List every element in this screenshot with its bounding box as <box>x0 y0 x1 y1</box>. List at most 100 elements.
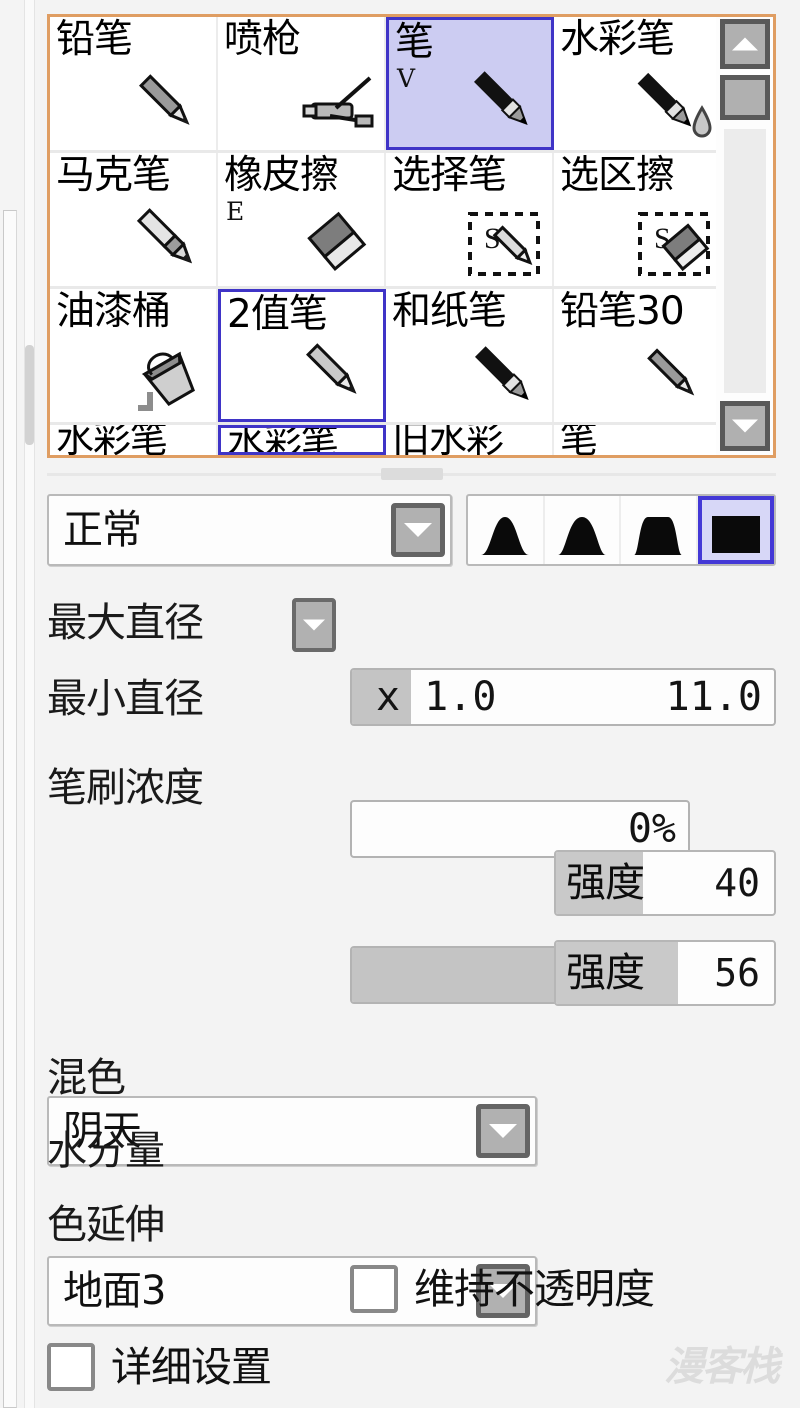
tool-cell-binary-pen[interactable]: 2值笔 <box>218 289 386 422</box>
scroll-up-arrow-icon <box>732 37 758 51</box>
tool-label: 和纸笔 <box>392 289 507 334</box>
tool-row: 马克笔 橡皮擦 E 选择笔 S 选区擦 S <box>50 153 722 289</box>
scrollbar-thumb[interactable] <box>720 75 770 120</box>
texture-1-strength-label: 强度 <box>566 860 645 906</box>
blend-mode-dropdown[interactable]: 正常 <box>47 494 452 566</box>
airbrush-icon <box>302 76 374 128</box>
brush-shape-medium-round[interactable] <box>545 496 621 564</box>
advanced-settings-checkbox-row[interactable]: 详细设置 <box>47 1343 272 1391</box>
persistence-label: 色延伸 <box>47 1202 165 1248</box>
brush-shape-soft-round[interactable] <box>468 496 545 564</box>
tool-cell-select-pen[interactable]: 选择笔 S <box>386 153 554 286</box>
pencil30-icon <box>647 348 695 396</box>
scroll-up-button[interactable] <box>720 19 770 69</box>
tool-label: 水彩笔 <box>56 425 168 455</box>
blending-label: 混色 <box>47 1055 126 1101</box>
dilution-label: 水分量 <box>47 1128 165 1174</box>
tool-label: 铅笔30 <box>560 289 685 334</box>
pencil-icon <box>139 74 190 125</box>
scroll-down-arrow-icon <box>732 419 758 433</box>
blend-mode-value: 正常 <box>63 507 142 553</box>
outer-scrollbar-track[interactable] <box>3 210 17 1408</box>
paint-bucket-icon <box>138 351 195 411</box>
panel-scrollbar-thumb[interactable] <box>25 345 34 445</box>
tool-row-partial: 水彩笔 水彩笔 旧水彩 笔 <box>50 425 722 455</box>
tool-row: 油漆桶 2值笔 和纸笔 铅笔30 <box>50 289 722 425</box>
brush-shape-hard-round[interactable] <box>621 496 698 564</box>
tool-cell-eraser[interactable]: 橡皮擦 E <box>218 153 386 286</box>
keep-opacity-checkbox[interactable] <box>350 1265 398 1313</box>
texture-2-value: 地面3 <box>63 1268 166 1314</box>
tool-grid-panel: 铅笔 喷枪 笔 V 水彩笔 马克笔 橡皮擦 E 选择笔 S 选区擦 S 油漆桶 … <box>47 14 776 458</box>
tool-label: 马克笔 <box>56 153 171 198</box>
tool-label: 选区擦 <box>560 153 675 198</box>
advanced-settings-label: 详细设置 <box>111 1343 272 1391</box>
soft-round-shape-icon <box>481 517 530 555</box>
advanced-settings-checkbox[interactable] <box>47 1343 95 1391</box>
chevron-down-icon <box>489 1124 517 1138</box>
watercolor-brush-icon <box>637 72 712 138</box>
brush-shape-selector <box>466 494 776 566</box>
max-diameter-multiplier: x 1.0 <box>376 674 497 720</box>
keep-opacity-label: 维持不透明度 <box>414 1265 655 1313</box>
brush-shape-square-hard[interactable] <box>697 496 774 564</box>
tool-row: 铅笔 喷枪 笔 V 水彩笔 <box>50 17 722 153</box>
panel-scrollbar-track[interactable] <box>24 0 35 1408</box>
tool-label: 2值笔 <box>227 292 328 337</box>
select-pen-icon: S <box>468 212 540 276</box>
scrollbar-track[interactable] <box>724 129 766 393</box>
tool-cell-select-eraser[interactable]: 选区擦 S <box>554 153 722 286</box>
tool-cell-partial-3[interactable]: 旧水彩 <box>386 425 554 455</box>
tool-cell-partial-1[interactable]: 水彩笔 <box>50 425 218 455</box>
tool-label: 笔 <box>560 425 598 455</box>
tool-cell-watercolor-brush[interactable]: 水彩笔 <box>554 17 722 150</box>
texture-2-strength-label: 强度 <box>566 950 645 996</box>
min-diameter-value: 0% <box>627 806 676 852</box>
washi-pen-icon <box>475 346 529 400</box>
select-eraser-icon: S <box>638 212 710 276</box>
min-diameter-label: 最小直径 <box>47 676 204 722</box>
keep-opacity-checkbox-row[interactable]: 维持不透明度 <box>350 1265 655 1313</box>
brush-settings-panel: 铅笔 喷枪 笔 V 水彩笔 马克笔 橡皮擦 E 选择笔 S 选区擦 S 油漆桶 … <box>0 0 800 1408</box>
watermark: 漫客栈 <box>664 1344 780 1390</box>
max-diameter-slider[interactable]: x 1.0 11.0 <box>350 668 776 726</box>
tool-shortcut: E <box>226 197 245 226</box>
medium-round-shape-icon <box>557 517 606 555</box>
texture-2-strength-slider[interactable]: 强度 56 <box>554 940 776 1006</box>
tool-shortcut: V <box>397 64 416 93</box>
chevron-down-icon <box>404 523 432 537</box>
tool-cell-marker[interactable]: 马克笔 <box>50 153 218 286</box>
tool-cell-washi-pen[interactable]: 和纸笔 <box>386 289 554 422</box>
hard-round-shape-icon <box>634 517 683 555</box>
tool-label: 旧水彩 <box>392 425 504 455</box>
texture-2-strength-value: 56 <box>714 951 760 995</box>
tool-cell-pen[interactable]: 笔 V <box>386 17 554 150</box>
tool-cell-paint-bucket[interactable]: 油漆桶 <box>50 289 218 422</box>
max-diameter-value: 11.0 <box>665 674 762 720</box>
chevron-down-icon <box>303 619 325 631</box>
pen-icon <box>474 71 528 125</box>
max-diameter-dropdown-button[interactable] <box>292 598 336 652</box>
tool-cell-airbrush[interactable]: 喷枪 <box>218 17 386 150</box>
tool-cell-pencil30[interactable]: 铅笔30 <box>554 289 722 422</box>
tool-label: 橡皮擦 <box>224 153 339 198</box>
tool-cell-partial-4[interactable]: 笔 <box>554 425 722 455</box>
square-hard-shape-icon <box>711 516 760 553</box>
eraser-icon <box>307 211 367 272</box>
tool-label: 喷枪 <box>224 17 301 62</box>
tool-grid-scrollbar[interactable] <box>716 17 773 455</box>
tool-cell-partial-2[interactable]: 水彩笔 <box>218 425 386 455</box>
scroll-down-button[interactable] <box>720 401 770 451</box>
texture-1-dropdown-button[interactable] <box>476 1104 530 1158</box>
panel-splitter[interactable] <box>47 468 776 480</box>
marker-icon <box>136 208 193 264</box>
splitter-grip[interactable] <box>380 468 443 480</box>
tool-label: 选择笔 <box>392 153 507 198</box>
tool-cell-pencil[interactable]: 铅笔 <box>50 17 218 150</box>
texture-1-strength-slider[interactable]: 强度 40 <box>554 850 776 916</box>
blend-mode-dropdown-button[interactable] <box>391 503 445 557</box>
tool-label: 水彩笔 <box>227 425 339 455</box>
texture-1-strength-value: 40 <box>714 861 760 905</box>
tool-label: 笔 <box>395 20 434 65</box>
tool-label: 铅笔 <box>56 17 133 62</box>
